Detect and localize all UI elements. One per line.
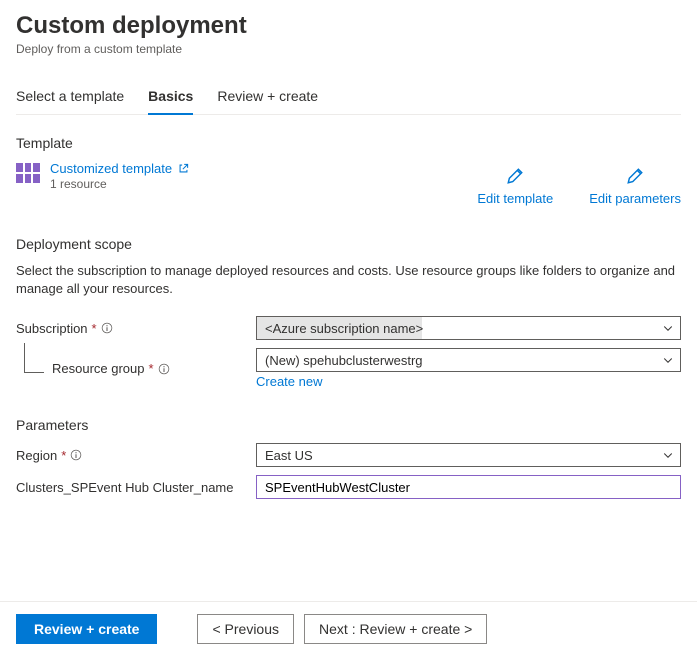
required-mark: * [92,321,97,336]
customized-template-link[interactable]: Customized template [50,161,189,176]
subscription-select[interactable]: <Azure subscription name> [256,316,681,340]
previous-button[interactable]: < Previous [197,614,294,644]
next-button[interactable]: Next : Review + create > [304,614,487,644]
info-icon[interactable] [70,449,82,461]
required-mark: * [61,448,66,463]
scope-description: Select the subscription to manage deploy… [16,262,681,298]
info-icon[interactable] [101,322,113,334]
info-icon[interactable] [158,363,170,375]
resource-count: 1 resource [50,177,189,191]
tabs: Select a template Basics Review + create [16,80,681,115]
pencil-icon [506,167,524,185]
cluster-name-input[interactable] [256,475,681,499]
page-title: Custom deployment [16,12,681,40]
tab-basics[interactable]: Basics [148,80,193,114]
chevron-down-icon [662,322,674,334]
section-parameters-title: Parameters [16,417,681,433]
external-link-icon [178,163,189,174]
edit-template-label: Edit template [477,191,553,206]
required-mark: * [149,361,154,376]
edit-template-button[interactable]: Edit template [477,167,553,206]
chevron-down-icon [662,354,674,366]
resource-group-label: Resource group [52,361,145,376]
pencil-icon [626,167,644,185]
resource-group-select[interactable]: (New) spehubclusterwestrg [256,348,681,372]
subscription-value: <Azure subscription name> [265,321,423,336]
edit-parameters-label: Edit parameters [589,191,681,206]
region-value: East US [265,448,313,463]
cluster-name-label: Clusters_SPEvent Hub Cluster_name [16,480,234,495]
tab-review-create[interactable]: Review + create [217,80,318,114]
review-create-button[interactable]: Review + create [16,614,157,644]
template-icon [16,163,40,183]
tab-select-template[interactable]: Select a template [16,80,124,114]
region-label: Region [16,448,57,463]
section-scope-title: Deployment scope [16,236,681,252]
footer: Review + create < Previous Next : Review… [0,601,697,656]
chevron-down-icon [662,449,674,461]
subscription-label: Subscription [16,321,88,336]
tree-connector [24,343,44,373]
resource-group-value: (New) spehubclusterwestrg [265,353,423,368]
section-template-title: Template [16,135,681,151]
page-subtitle: Deploy from a custom template [16,42,681,56]
region-select[interactable]: East US [256,443,681,467]
create-new-link[interactable]: Create new [256,374,322,389]
customized-template-label: Customized template [50,161,172,176]
edit-parameters-button[interactable]: Edit parameters [589,167,681,206]
